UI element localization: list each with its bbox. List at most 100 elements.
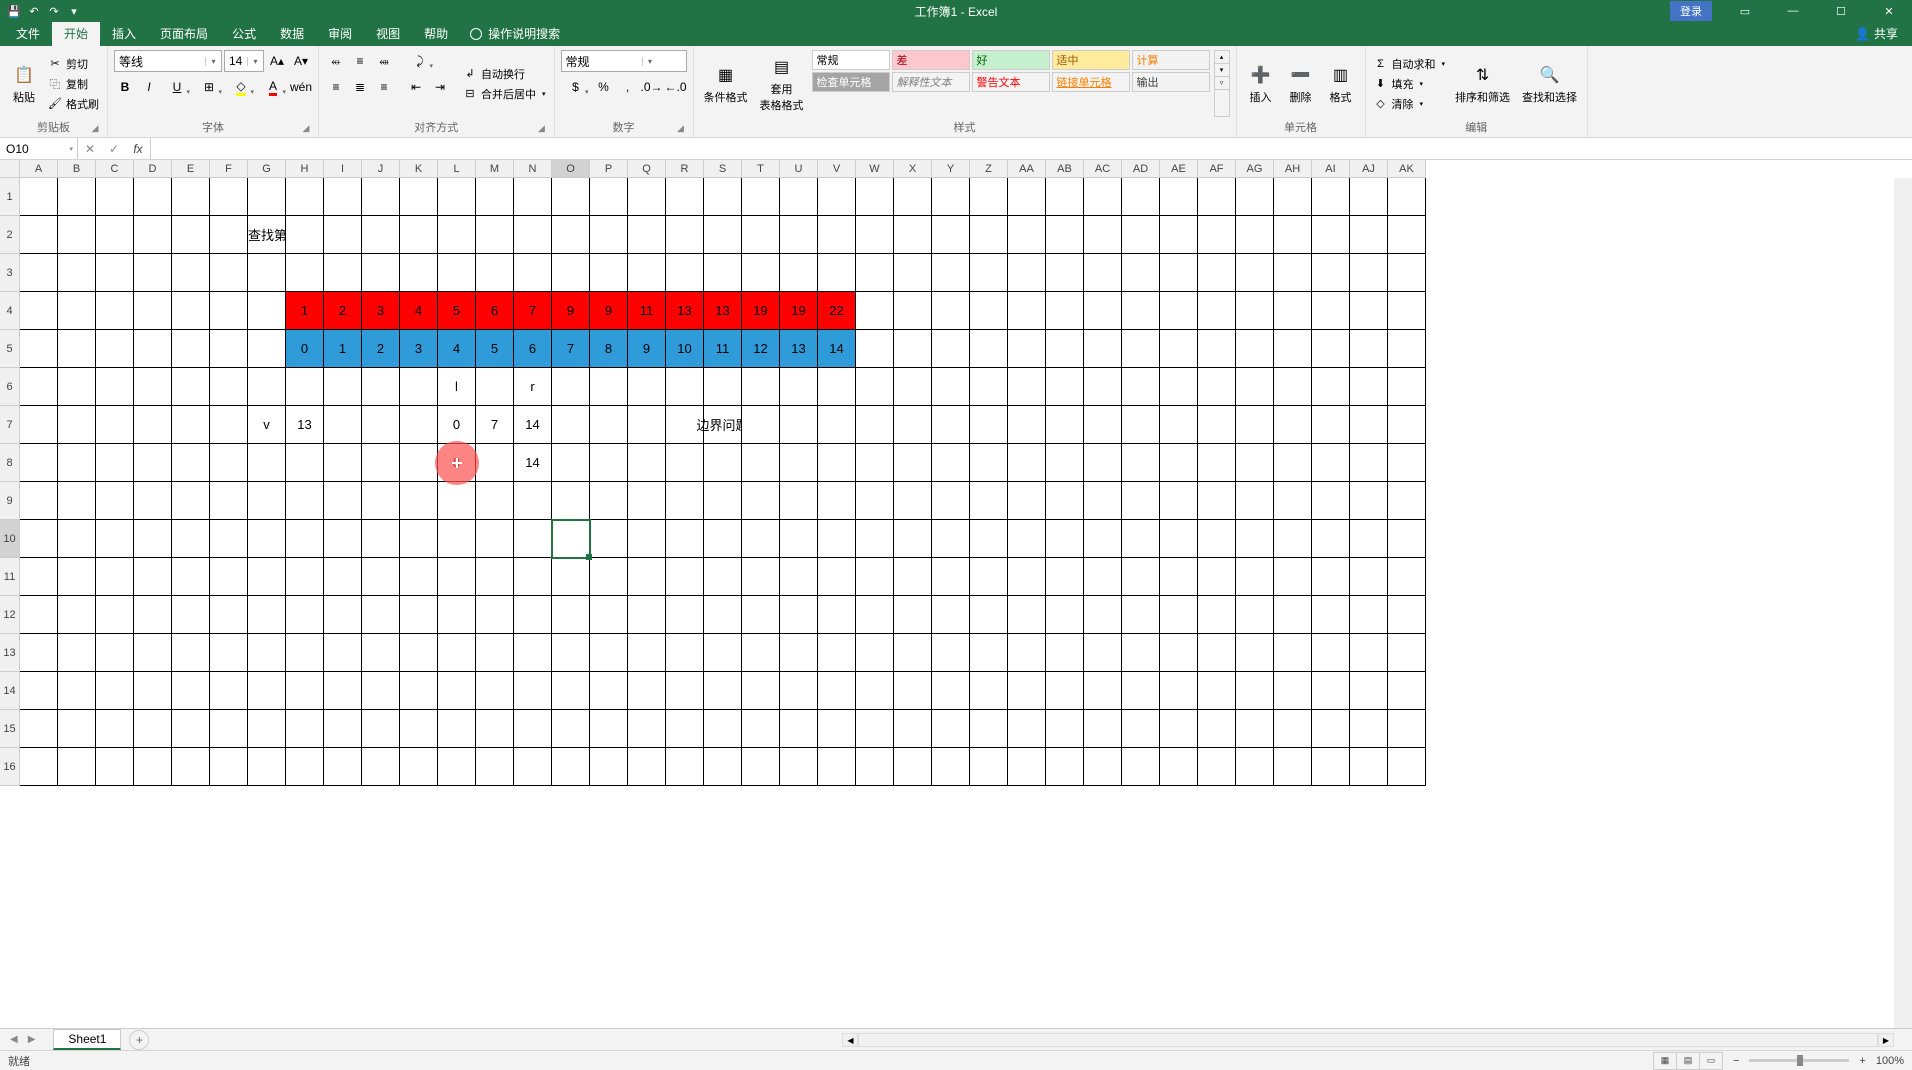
cell-AJ5[interactable]: [1350, 330, 1388, 368]
cell-A13[interactable]: [20, 634, 58, 672]
cell-AC14[interactable]: [1084, 672, 1122, 710]
cell-R11[interactable]: [666, 558, 704, 596]
cell-M15[interactable]: [476, 710, 514, 748]
cell-AC2[interactable]: [1084, 216, 1122, 254]
col-header-AD[interactable]: AD: [1122, 160, 1160, 178]
row-header-1[interactable]: 1: [0, 178, 20, 216]
cell-AK12[interactable]: [1388, 596, 1426, 634]
cell-T7[interactable]: [742, 406, 780, 444]
cell-B7[interactable]: [58, 406, 96, 444]
cell-AJ9[interactable]: [1350, 482, 1388, 520]
cell-K9[interactable]: [400, 482, 438, 520]
cell-X9[interactable]: [894, 482, 932, 520]
cell-G16[interactable]: [248, 748, 286, 786]
col-header-P[interactable]: P: [590, 160, 628, 178]
align-launcher[interactable]: ◢: [536, 123, 548, 135]
cell-R9[interactable]: [666, 482, 704, 520]
cell-AF12[interactable]: [1198, 596, 1236, 634]
cell-U9[interactable]: [780, 482, 818, 520]
cell-D8[interactable]: [134, 444, 172, 482]
cell-Q5[interactable]: 9: [628, 330, 666, 368]
cell-Y1[interactable]: [932, 178, 970, 216]
col-header-AE[interactable]: AE: [1160, 160, 1198, 178]
cell-Z5[interactable]: [970, 330, 1008, 368]
cell-L13[interactable]: [438, 634, 476, 672]
cell-P16[interactable]: [590, 748, 628, 786]
cell-AD6[interactable]: [1122, 368, 1160, 406]
login-button[interactable]: 登录: [1670, 1, 1712, 21]
cell-AG13[interactable]: [1236, 634, 1274, 672]
cell-K3[interactable]: [400, 254, 438, 292]
cell-AD12[interactable]: [1122, 596, 1160, 634]
cell-Q1[interactable]: [628, 178, 666, 216]
cell-Y10[interactable]: [932, 520, 970, 558]
col-header-AC[interactable]: AC: [1084, 160, 1122, 178]
cell-A11[interactable]: [20, 558, 58, 596]
align-right-button[interactable]: ≡: [373, 76, 395, 98]
cell-AA15[interactable]: [1008, 710, 1046, 748]
cell-K6[interactable]: [400, 368, 438, 406]
cell-AF14[interactable]: [1198, 672, 1236, 710]
cell-AC15[interactable]: [1084, 710, 1122, 748]
col-header-AB[interactable]: AB: [1046, 160, 1084, 178]
cell-V4[interactable]: 22: [818, 292, 856, 330]
cell-I14[interactable]: [324, 672, 362, 710]
cell-Z15[interactable]: [970, 710, 1008, 748]
cell-M14[interactable]: [476, 672, 514, 710]
cell-AK1[interactable]: [1388, 178, 1426, 216]
col-header-V[interactable]: V: [818, 160, 856, 178]
tab-home[interactable]: 开始: [52, 21, 100, 46]
cell-AB15[interactable]: [1046, 710, 1084, 748]
cell-O15[interactable]: [552, 710, 590, 748]
cell-I8[interactable]: [324, 444, 362, 482]
cell-I5[interactable]: 1: [324, 330, 362, 368]
cell-AH12[interactable]: [1274, 596, 1312, 634]
cell-AD1[interactable]: [1122, 178, 1160, 216]
view-page-layout-button[interactable]: ▤: [1676, 1052, 1700, 1070]
cell-L9[interactable]: [438, 482, 476, 520]
cell-S10[interactable]: [704, 520, 742, 558]
cell-AH5[interactable]: [1274, 330, 1312, 368]
copy-button[interactable]: ⿻复制: [46, 75, 101, 93]
cell-E9[interactable]: [172, 482, 210, 520]
cell-I10[interactable]: [324, 520, 362, 558]
cell-AA5[interactable]: [1008, 330, 1046, 368]
col-header-H[interactable]: H: [286, 160, 324, 178]
cell-X4[interactable]: [894, 292, 932, 330]
cell-H6[interactable]: [286, 368, 324, 406]
cell-W1[interactable]: [856, 178, 894, 216]
cell-Z14[interactable]: [970, 672, 1008, 710]
cell-B15[interactable]: [58, 710, 96, 748]
cell-B3[interactable]: [58, 254, 96, 292]
cell-B12[interactable]: [58, 596, 96, 634]
cell-A9[interactable]: [20, 482, 58, 520]
cell-X11[interactable]: [894, 558, 932, 596]
cell-AK5[interactable]: [1388, 330, 1426, 368]
cell-O16[interactable]: [552, 748, 590, 786]
tab-data[interactable]: 数据: [268, 21, 316, 46]
tab-formulas[interactable]: 公式: [220, 21, 268, 46]
cell-G1[interactable]: [248, 178, 286, 216]
cell-AB7[interactable]: [1046, 406, 1084, 444]
cell-H4[interactable]: 1: [286, 292, 324, 330]
cell-AB1[interactable]: [1046, 178, 1084, 216]
cell-V10[interactable]: [818, 520, 856, 558]
indent-increase-button[interactable]: ⇥: [429, 76, 451, 98]
name-box[interactable]: O10: [0, 138, 78, 159]
cell-H2[interactable]: [286, 216, 324, 254]
cell-T1[interactable]: [742, 178, 780, 216]
close-button[interactable]: ✕: [1866, 0, 1912, 22]
row-header-14[interactable]: 14: [0, 672, 20, 710]
cell-Q16[interactable]: [628, 748, 666, 786]
cell-U6[interactable]: [780, 368, 818, 406]
sheet-nav-next[interactable]: ▶: [28, 1034, 36, 1045]
cell-K14[interactable]: [400, 672, 438, 710]
cell-C9[interactable]: [96, 482, 134, 520]
cell-H12[interactable]: [286, 596, 324, 634]
cell-AE13[interactable]: [1160, 634, 1198, 672]
cell-G13[interactable]: [248, 634, 286, 672]
cell-V9[interactable]: [818, 482, 856, 520]
cell-L1[interactable]: [438, 178, 476, 216]
style-warn[interactable]: 警告文本: [972, 72, 1050, 92]
col-header-AI[interactable]: AI: [1312, 160, 1350, 178]
